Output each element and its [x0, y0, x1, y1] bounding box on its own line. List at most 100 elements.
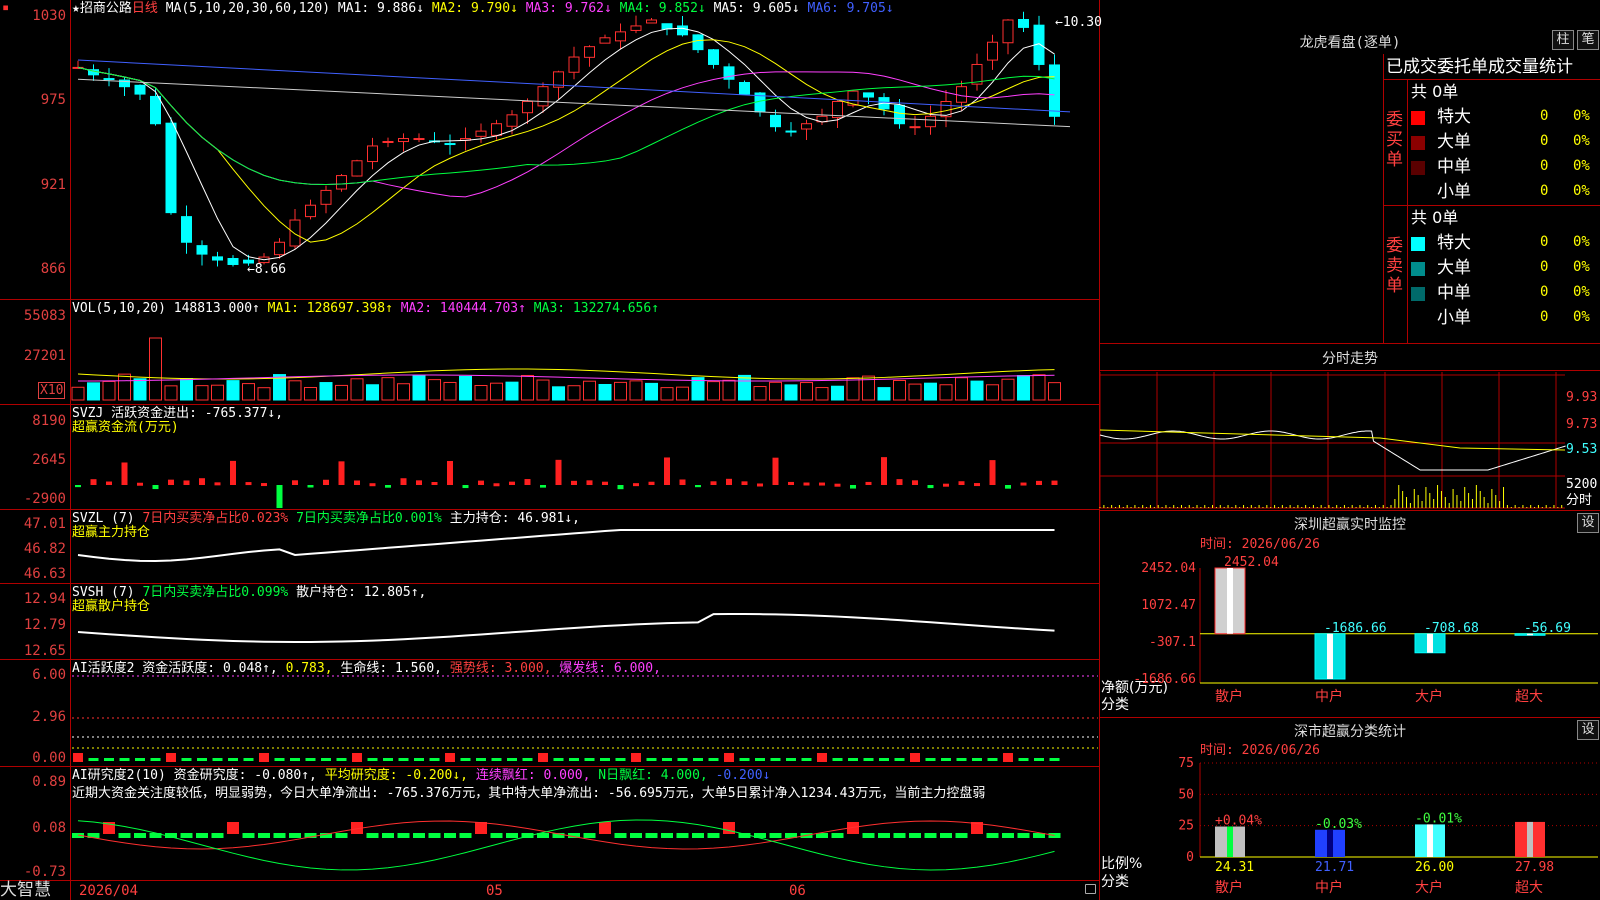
candle: [475, 130, 487, 137]
ma-line: [77, 66, 1055, 186]
candle: [444, 143, 456, 146]
volume-bar: [877, 387, 891, 401]
research-bar: [227, 822, 239, 834]
research-bar: [196, 833, 208, 838]
flow-bar: [75, 485, 81, 488]
activity-bar: [786, 758, 796, 761]
classify-change-label: -0.01%: [1415, 811, 1462, 826]
svzl-tick: 46.63: [23, 566, 66, 582]
flow-bar: [695, 485, 701, 488]
candle: [770, 114, 781, 128]
research-bar: [459, 833, 472, 838]
candle: [351, 160, 363, 177]
bar-highlight: [1227, 826, 1233, 857]
volume-bar: [195, 385, 209, 401]
kline-chart[interactable]: [0, 0, 1100, 900]
research-bar: [661, 833, 673, 838]
volume-bar: [893, 379, 906, 401]
volume-bar: [660, 387, 674, 401]
candle: [367, 145, 378, 163]
research-bar: [583, 833, 596, 838]
candle: [646, 19, 657, 24]
lock-icon[interactable]: [1085, 884, 1096, 894]
research-bar: [893, 833, 906, 838]
volume-bar: [242, 383, 255, 401]
activity-bar: [739, 758, 750, 761]
activity-bar: [941, 758, 951, 761]
candle: [599, 37, 611, 44]
volume-bar: [211, 384, 224, 401]
monitor-value-label: 2452.04: [1224, 555, 1279, 570]
favorite-star-icon[interactable]: ★: [72, 1, 80, 16]
activity-bar: [848, 758, 858, 761]
activity-bar: [693, 758, 703, 761]
order-count: 0: [1540, 309, 1549, 325]
activity-bar: [305, 758, 316, 761]
color-swatch: [1411, 136, 1425, 150]
fenshi-title: 分时走势: [1322, 351, 1378, 367]
candle: [181, 216, 192, 243]
candle: [522, 100, 533, 114]
research-bar: [382, 833, 394, 838]
order-count: 0: [1540, 158, 1549, 174]
fenshi-tick: 9.53: [1566, 442, 1598, 457]
activity-bar: [321, 758, 331, 761]
flow-bar: [524, 479, 531, 485]
vol-unit-badge[interactable]: X10: [38, 382, 66, 399]
ai1-tick: 2.96: [32, 709, 66, 725]
volume-bar: [645, 382, 658, 401]
volume-bar: [800, 382, 813, 401]
classify-change-label: +0.04%: [1215, 814, 1262, 829]
price-tick: 1030: [32, 8, 66, 24]
volume-bar: [366, 384, 379, 401]
sell-orders-section: 委卖单共 0单 特大 0 0% 大单 0 0% 中单 0 0% 小单 0 0%: [1383, 206, 1600, 343]
monitor-bar: [1514, 633, 1546, 636]
flow-bar: [245, 482, 252, 486]
volume-bar: [412, 374, 426, 401]
classify-settings-button[interactable]: 设: [1577, 720, 1599, 740]
date-label: 05: [486, 883, 503, 899]
activity-bar: [212, 758, 223, 761]
activity-bar: [925, 758, 936, 761]
ma4-value: MA4: 9.852↓: [619, 1, 706, 16]
research-bar: [707, 833, 720, 838]
monitor-category-label: 中户: [1315, 688, 1343, 705]
candle: [212, 256, 223, 261]
classify-xlabel: 分类: [1101, 874, 1129, 890]
order-count: 0: [1540, 133, 1549, 149]
monitor-bar: [1414, 633, 1446, 654]
classify-bar: [1415, 824, 1445, 857]
flow-bar: [183, 480, 190, 485]
monitor-category-label: 大户: [1415, 688, 1443, 705]
flow-bar: [323, 479, 329, 485]
vol-tick: 27201: [23, 348, 66, 364]
bar-highlight: [1327, 633, 1333, 679]
ai2-header: AI研究度2(10) 资金研究度: -0.080↑, 平均研究度: -0.200…: [72, 768, 771, 783]
activity-bar: [600, 758, 610, 761]
classify-change-label: -0.03%: [1315, 817, 1362, 832]
activity-bar: [832, 758, 843, 761]
period-label[interactable]: 日线: [132, 1, 158, 16]
flow-bar: [912, 480, 918, 485]
section-label: 委卖单: [1386, 236, 1403, 296]
candle: [677, 25, 688, 36]
divider: [1100, 370, 1600, 371]
candle: [925, 115, 936, 128]
candle: [863, 92, 874, 98]
price-header: ★招商公路日线 MA(5,10,20,30,60,120) MA1: 9.886…: [72, 1, 894, 16]
bar-view-button[interactable]: 柱: [1552, 30, 1574, 50]
monitor-settings-button[interactable]: 设: [1577, 513, 1599, 533]
fenshi-tick: 9.93: [1566, 390, 1598, 405]
order-size-label: 小单: [1437, 182, 1471, 202]
volume-bar: [846, 377, 860, 401]
activity-bar: [104, 758, 114, 761]
flow-bar: [447, 460, 453, 485]
volume-bar: [924, 382, 937, 401]
volume-bar: [350, 378, 364, 401]
tick-view-button[interactable]: 笔: [1577, 30, 1599, 50]
candle: [692, 34, 704, 51]
research-bar: [444, 833, 456, 838]
candle: [987, 41, 998, 61]
svzj-tick: 8190: [32, 413, 66, 429]
flow-bar: [881, 457, 887, 485]
